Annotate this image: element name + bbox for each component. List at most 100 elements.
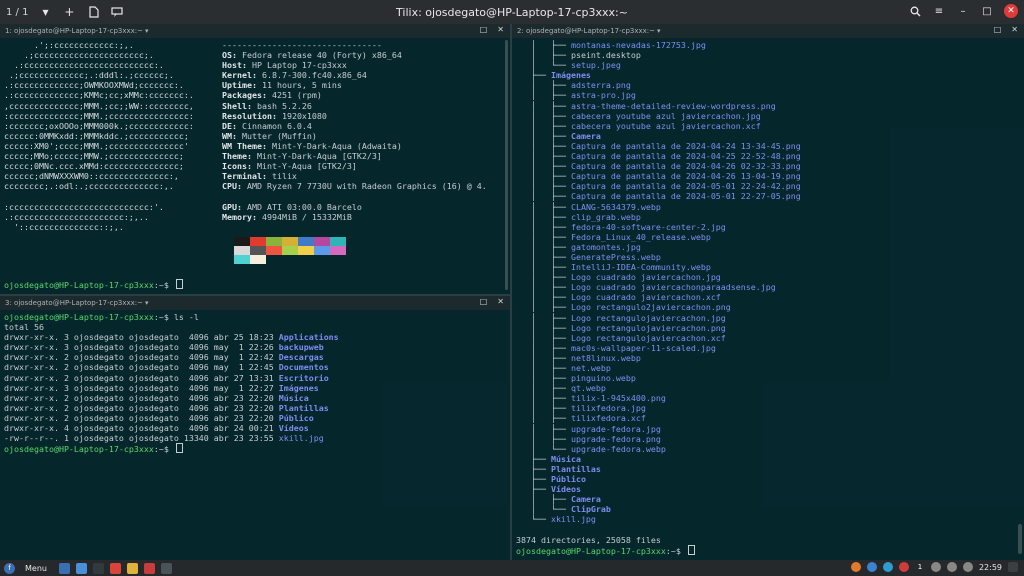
tree-row: │ ├── Camera bbox=[516, 131, 1020, 141]
pane-maximize-icon[interactable]: □ bbox=[480, 297, 488, 306]
tree-entry: upgrade-fedora.jpg bbox=[570, 423, 661, 434]
tree-entry: Logo rectangulojaviercachon.jpg bbox=[570, 312, 726, 323]
tree-entry: mac0s-wallpaper-11-scaled.jpg bbox=[570, 342, 716, 353]
tree-row: │ ├── pinguino.webp bbox=[516, 373, 1020, 383]
tilix-icon[interactable] bbox=[160, 562, 172, 574]
notification-count[interactable]: 1 bbox=[915, 562, 925, 572]
tree-row: │ ├── upgrade-fedora.jpg bbox=[516, 424, 1020, 434]
tree-entry: Logo rectangulojaviercachon.png bbox=[570, 322, 726, 333]
mail-icon[interactable] bbox=[898, 562, 909, 572]
tree-branch: │ ├── bbox=[516, 251, 571, 262]
terminal-pane-2[interactable]: 2: ojosdegato@HP-Laptop-17-cp3xxx:~ ▾ □ … bbox=[512, 24, 1024, 560]
pane-close-icon[interactable]: ✕ bbox=[497, 25, 504, 34]
tree-entry: astra-theme-detailed-review-wordpress.pn… bbox=[570, 100, 776, 111]
battery-icon[interactable] bbox=[962, 562, 973, 572]
logo-line: .';:cccccccccccc:;,. bbox=[4, 40, 169, 50]
color-swatch bbox=[298, 245, 314, 255]
logo-line: .;cccccccccccccccccccccc;. bbox=[4, 50, 169, 61]
info-row bbox=[222, 191, 487, 201]
add-terminal-icon[interactable]: + bbox=[62, 5, 76, 19]
minimize-icon[interactable]: – bbox=[956, 4, 970, 18]
search-icon[interactable] bbox=[908, 4, 922, 18]
show-desktop-icon[interactable] bbox=[1008, 562, 1018, 572]
tree-branch: │ └── bbox=[516, 60, 571, 71]
tree-branch: │ ├── bbox=[516, 80, 571, 91]
pane-title-bar: 3: ojosdegato@HP-Laptop-17-cp3xxx:~ ▾ □ … bbox=[0, 296, 510, 310]
show-desktop-icon[interactable] bbox=[58, 562, 70, 574]
logo-line: .:cccccccccccccccccccccc:;,.. bbox=[4, 211, 149, 222]
tree-row: │ ├── clip_grab.webp bbox=[516, 212, 1020, 222]
pane-menu-chevron-icon[interactable]: ▾ bbox=[657, 27, 661, 35]
pane-close-icon[interactable]: ✕ bbox=[497, 297, 504, 306]
tree-branch: │ ├── bbox=[516, 403, 571, 414]
tree-branch: │ ├── bbox=[516, 140, 571, 151]
text-cursor bbox=[175, 279, 183, 289]
tree-row: │ ├── gatomontes.jpg bbox=[516, 242, 1020, 252]
tree-branch: ├── bbox=[516, 484, 551, 495]
ls-name: Imágenes bbox=[278, 382, 319, 393]
pane-menu-chevron-icon[interactable]: ▾ bbox=[145, 27, 149, 35]
bluetooth-icon[interactable] bbox=[866, 562, 877, 572]
info-row: GPU: AMD ATI 03:00.0 Barcelo bbox=[222, 202, 487, 212]
shield-icon[interactable] bbox=[882, 562, 893, 572]
tree-entry: Logo cuadrado javiercachonparaadsense.jp… bbox=[570, 282, 776, 293]
terminal-icon[interactable] bbox=[92, 562, 104, 574]
chevron-down-icon[interactable]: ▾ bbox=[38, 5, 52, 19]
tree-row: │ ├── cabecera youtube azul javiercachon… bbox=[516, 111, 1020, 121]
info-value: AMD ATI 03:00.0 Barcelo bbox=[246, 201, 362, 212]
chrome-icon[interactable] bbox=[109, 562, 121, 574]
pane-close-icon[interactable]: ✕ bbox=[1011, 25, 1018, 34]
info-value: 4994MiB / 15332MiB bbox=[261, 211, 352, 222]
screenshot-icon[interactable] bbox=[143, 562, 155, 574]
new-session-icon[interactable] bbox=[86, 5, 100, 19]
color-swatch bbox=[298, 236, 314, 246]
tree-branch: │ ├── bbox=[516, 161, 571, 172]
network-icon[interactable] bbox=[930, 562, 941, 572]
tree-row: ├── Imágenes bbox=[516, 70, 1020, 80]
tree-row: │ ├── Logo cuadrado javiercachon.jpg bbox=[516, 272, 1020, 282]
tree-branch: │ ├── bbox=[516, 494, 571, 505]
file-manager-icon[interactable] bbox=[75, 562, 87, 574]
scrollbar[interactable] bbox=[1018, 524, 1022, 554]
pane-maximize-icon[interactable]: □ bbox=[994, 25, 1002, 34]
tree-row: │ ├── Logo rectangulojaviercachon.jpg bbox=[516, 313, 1020, 323]
volume-icon[interactable] bbox=[946, 562, 957, 572]
text-cursor bbox=[687, 544, 695, 555]
terminal-pane-1[interactable]: 1: ojosdegato@HP-Laptop-17-cp3xxx:~ ▾ □ … bbox=[0, 24, 510, 294]
scrollbar[interactable] bbox=[505, 40, 508, 290]
close-icon[interactable]: ✕ bbox=[1004, 4, 1018, 18]
prompt-line[interactable]: ojosdegato@HP-Laptop-17-cp3xxx:~$ bbox=[516, 544, 1020, 556]
clock[interactable]: 22:59 bbox=[979, 563, 1002, 572]
prompt-user: ojosdegato@HP-Laptop-17-cp3xxx bbox=[4, 444, 154, 455]
logo-line: cccccc;dNMWXXXWM0::cccccccccccccc:, bbox=[4, 171, 179, 182]
tree-branch: │ └── bbox=[516, 504, 571, 515]
terminal-pane-3[interactable]: 3: ojosdegato@HP-Laptop-17-cp3xxx:~ ▾ □ … bbox=[0, 296, 510, 560]
text-editor-icon[interactable] bbox=[126, 562, 138, 574]
pane-maximize-icon[interactable]: □ bbox=[480, 25, 488, 34]
logo-line: cccccc:0MMKxdd:;MMMkddc.;ccccccccccc; bbox=[4, 130, 189, 141]
tree-entry: setup.jpeg bbox=[570, 60, 621, 71]
tree-branch: │ ├── bbox=[516, 292, 571, 303]
notification-icon[interactable] bbox=[110, 5, 124, 19]
pane-menu-chevron-icon[interactable]: ▾ bbox=[145, 299, 149, 307]
color-swatch bbox=[330, 236, 346, 246]
start-menu-button[interactable]: f Menu bbox=[0, 562, 47, 574]
updates-icon[interactable] bbox=[850, 562, 861, 572]
tree-row: │ ├── Logo cuadrado javiercachonparaadse… bbox=[516, 282, 1020, 292]
tree-row: │ ├── Camera bbox=[516, 494, 1020, 504]
ls-meta: drwxr-xr-x. 2 ojosdegato ojosdegato 4096… bbox=[4, 392, 279, 403]
tree-branch: │ ├── bbox=[516, 373, 571, 384]
maximize-icon[interactable]: □ bbox=[980, 4, 994, 18]
prompt-line[interactable]: ojosdegato@HP-Laptop-17-cp3xxx:~$ bbox=[0, 277, 187, 292]
tree-branch: │ ├── bbox=[516, 302, 571, 313]
session-indicator[interactable]: 1 / 1 bbox=[6, 7, 28, 18]
tree-entry: net.webp bbox=[570, 363, 611, 373]
color-palette bbox=[234, 236, 346, 264]
prompt-user: ojosdegato@HP-Laptop-17-cp3xxx bbox=[516, 545, 666, 556]
tree-row: │ ├── Captura de pantalla de 2024-05-01 … bbox=[516, 191, 1020, 201]
hamburger-menu-icon[interactable]: ≡ bbox=[932, 4, 946, 18]
logo-line: .:ccccccccccccc;OWMKOOXMWd;ccccccc:. bbox=[4, 80, 184, 91]
color-swatch bbox=[282, 236, 298, 246]
info-label: DE: bbox=[222, 120, 242, 131]
prompt-line[interactable]: ojosdegato@HP-Laptop-17-cp3xxx:~$ bbox=[4, 443, 506, 454]
